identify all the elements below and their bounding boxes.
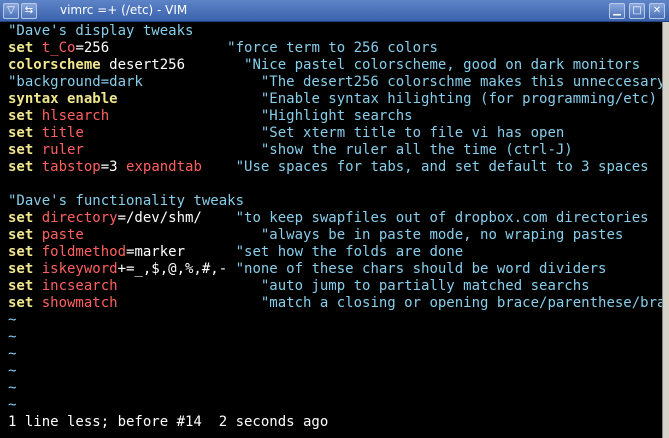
text-segment: ruler [41,142,84,158]
buffer-line: set ruler "show the ruler all the time (… [8,142,573,159]
buffer-line: set title "Set xterm title to file vi ha… [8,125,564,142]
text-segment: t_Co [41,40,76,56]
empty-line-marker: ~ [8,329,16,346]
text-segment: paste [41,227,84,243]
text-segment: ~ [8,329,17,345]
window-title: vimrc =+ (/etc) - VIM [60,3,188,17]
vim-window: ▽ ⇆ vimrc =+ (/etc) - VIM ▁ □ ✕ "Dave's … [0,0,669,438]
text-segment: title [41,125,84,141]
buffer-line: "Dave's functionality tweaks [8,193,244,210]
text-segment: set [8,227,42,243]
text-segment: desert256 [100,57,186,73]
buffer-line: set showmatch "match a closing or openin… [8,295,669,312]
text-segment: "Set xterm title to file vi has open [83,125,565,141]
text-segment: ~ [8,380,17,396]
text-segment: showmatch [41,295,118,311]
close-icon[interactable]: ✕ [649,3,665,19]
empty-line-marker: ~ [8,397,16,414]
buffer-line: set t_Co=256 "force term to 256 colors [8,40,438,57]
text-segment: iskeyword [41,261,118,277]
shade-icon[interactable]: ⇆ [21,3,37,19]
text-segment: "background=dark "The desert256 colorsch… [8,74,666,90]
text-segment: "none of these chars should be word divi… [227,261,607,277]
text-segment: "show the ruler all the time (ctrl-J) [83,142,573,158]
empty-line-marker: ~ [8,363,16,380]
text-segment: set [8,244,42,260]
buffer-line: syntax enable "Enable syntax hilighting … [8,91,657,108]
text-segment: directory [41,210,118,226]
text-segment: "match a closing or opening brace/parent… [117,295,669,311]
text-segment: hlsearch [41,108,110,124]
text-segment: syntax enable [8,91,118,107]
empty-line-marker: ~ [8,312,16,329]
empty-line-marker: ~ [8,346,16,363]
text-segment: foldmethod [41,244,127,260]
buffer-line: "background=dark "The desert256 colorsch… [8,74,665,91]
status-message: 1 line less; before #14 2 seconds ago [8,414,329,430]
text-segment: set [8,210,42,226]
buffer-line: set incsearch "auto jump to partially ma… [8,278,590,295]
text-segment: ~ [8,397,17,413]
text-segment: +=_,$,@,%,#,- [117,261,228,277]
text-segment: expandtab [126,159,202,175]
buffer-line: set tabstop=3 expandtab "Use spaces for … [8,159,649,176]
text-segment: set [8,295,42,311]
text-segment: colorscheme [8,57,101,73]
text-segment: set [8,142,42,158]
buffer-line: set directory=/dev/shm/ "to keep swapfil… [8,210,649,227]
text-segment: incsearch [41,278,118,294]
text-segment: set [8,108,42,124]
text-segment: set [8,159,42,175]
buffer-line: set paste "always be in paste mode, no w… [8,227,623,244]
text-segment: set [8,261,42,277]
text-segment: ~ [8,346,17,362]
text-segment: "set how the folds are done [185,244,464,260]
text-segment: =3 [100,159,127,175]
title-bar-left-controls: ▽ ⇆ [3,3,37,19]
buffer-line: set foldmethod=marker "set how the folds… [8,244,463,261]
title-bar-right-controls: ▁ □ ✕ [609,3,665,19]
text-segment: ~ [8,363,17,379]
text-segment: "Highlight searchs [109,108,413,124]
text-segment: "Use spaces for tabs, and set default to… [201,159,649,175]
terminal-buffer[interactable]: "Dave's display tweaks set t_Co=256 "forc… [0,22,669,438]
text-segment: =marker [126,244,186,260]
buffer-line: set iskeyword+=_,$,@,%,#,- "none of thes… [8,261,606,278]
text-segment: set [8,40,42,56]
text-segment: ~ [8,312,17,328]
text-segment: set [8,278,42,294]
text-segment: set [8,125,42,141]
window-menu-icon[interactable]: ▽ [3,3,19,19]
text-segment: =/dev/shm/ [117,210,202,226]
buffer-line: "Dave's display tweaks [8,23,193,40]
text-segment: "Nice pastel colorscheme, good on dark m… [185,57,641,73]
title-bar[interactable]: ▽ ⇆ vimrc =+ (/etc) - VIM ▁ □ ✕ [0,0,669,22]
buffer-line: set hlsearch "Highlight searchs [8,108,413,125]
minimize-icon[interactable]: ▁ [609,3,625,19]
text-segment: "to keep swapfiles out of dropbox.com di… [201,210,649,226]
maximize-icon[interactable]: □ [629,3,645,19]
empty-line-marker: ~ [8,380,16,397]
text-segment: tabstop [41,159,101,175]
text-segment: "Enable syntax hilighting (for programmi… [117,91,658,107]
buffer-line: colorscheme desert256 "Nice pastel color… [8,57,640,74]
text-segment: "Dave's display tweaks [8,23,194,39]
text-segment: "force term to 256 colors [109,40,438,56]
text-segment: "auto jump to partially matched searchs [117,278,590,294]
text-segment: "always be in paste mode, no wraping pas… [83,227,624,243]
text-segment: =256 [75,40,110,56]
terminal-scrollbar[interactable] [662,22,669,438]
text-segment: "Dave's functionality tweaks [8,193,245,209]
